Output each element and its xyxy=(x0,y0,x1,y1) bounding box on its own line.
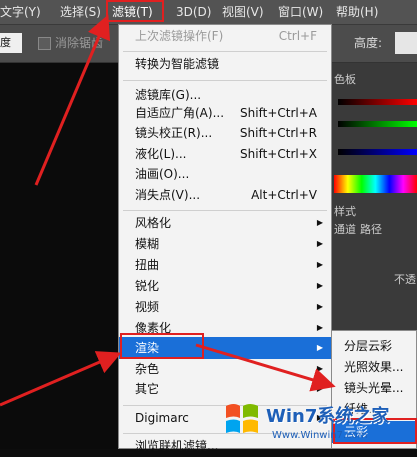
watermark: Win7系统之家 Www.Winwin7.com xyxy=(222,392,417,449)
arrow-to-filter-menu xyxy=(34,14,111,186)
arrow-to-render-item xyxy=(0,351,122,407)
watermark-url: Www.Winwin7.com xyxy=(272,430,368,441)
annotation-arrows xyxy=(0,14,336,407)
windows-logo-icon xyxy=(226,404,258,433)
arrow-to-clouds-item xyxy=(195,343,336,392)
watermark-brand: Win7系统之家 xyxy=(266,406,390,427)
